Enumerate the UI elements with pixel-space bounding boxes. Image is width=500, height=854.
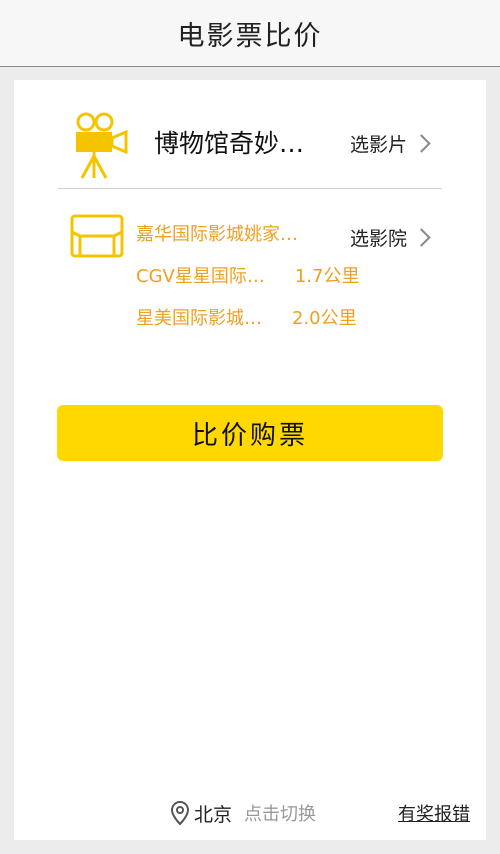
movie-camera-icon: [76, 112, 128, 179]
top-bar: 电影票比价: [0, 0, 500, 67]
sofa-icon: [70, 214, 124, 258]
cinema-row[interactable]: 嘉华国际影城姚家… CGV星星国际… 1.7公里 星美国际影城… 2.0公里 选…: [58, 200, 442, 340]
cinema-name: CGV星星国际…: [136, 266, 265, 287]
pick-cinema-label: 选影院: [349, 228, 407, 250]
location-switcher[interactable]: 北京 点击切换: [170, 798, 316, 828]
pick-cinema-button[interactable]: 选影院: [349, 224, 431, 251]
cinema-item[interactable]: CGV星星国际… 1.7公里: [136, 266, 359, 308]
divider: [58, 188, 442, 189]
selection-card: 博物馆奇妙… 选影片 嘉华国际影城姚家… CGV星星国际… 1.7公里 星美国际…: [14, 80, 486, 840]
switch-city-link[interactable]: 点击切换: [244, 800, 316, 826]
cinema-name: 星美国际影城…: [136, 308, 262, 329]
location-pin-icon: [170, 800, 190, 826]
page-title: 电影票比价: [177, 20, 323, 52]
pick-movie-button[interactable]: 选影片: [349, 130, 431, 157]
chevron-right-icon: [412, 228, 431, 247]
compare-buy-button[interactable]: 比价购票: [57, 405, 443, 461]
chevron-right-icon: [412, 134, 431, 153]
cinema-item[interactable]: 星美国际影城… 2.0公里: [136, 308, 359, 350]
movie-row[interactable]: 博物馆奇妙… 选影片: [58, 104, 442, 190]
cinema-item[interactable]: 嘉华国际影城姚家…: [136, 224, 359, 266]
current-city: 北京: [194, 803, 233, 826]
report-error-link[interactable]: 有奖报错: [398, 800, 470, 826]
cinema-distance: 1.7公里: [294, 266, 360, 287]
cinema-name: 嘉华国际影城姚家…: [136, 224, 298, 245]
cinema-list: 嘉华国际影城姚家… CGV星星国际… 1.7公里 星美国际影城… 2.0公里: [136, 224, 359, 350]
pick-movie-label: 选影片: [349, 134, 407, 156]
cinema-distance: 2.0公里: [292, 308, 357, 329]
selected-movie-title: 博物馆奇妙…: [154, 129, 305, 158]
